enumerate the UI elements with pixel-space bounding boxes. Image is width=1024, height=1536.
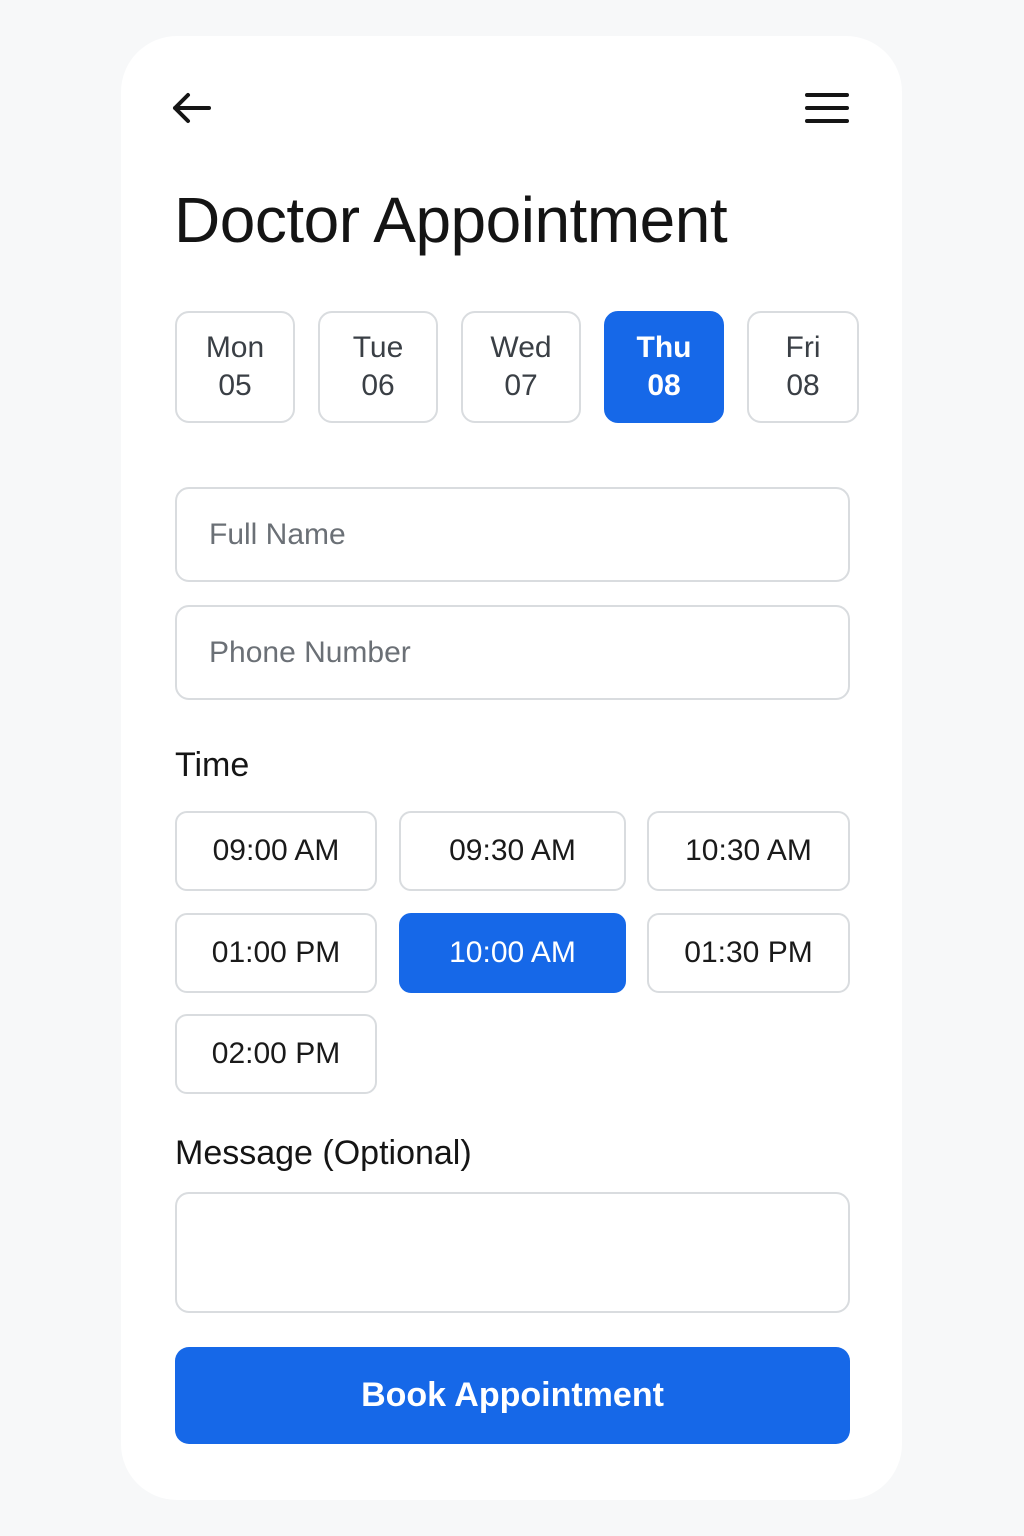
message-textarea[interactable] [175, 1192, 850, 1313]
menu-button[interactable] [803, 86, 851, 130]
arrow-left-icon [173, 93, 211, 123]
phone-number-input[interactable] [175, 605, 850, 700]
date-option-tue[interactable]: Tue 06 [318, 311, 438, 423]
date-number: 06 [361, 369, 395, 402]
date-day: Tue [352, 331, 404, 364]
date-day: Wed [490, 331, 552, 364]
date-option-thu[interactable]: Thu 08 [604, 311, 724, 423]
book-appointment-button[interactable]: Book Appointment [175, 1347, 850, 1444]
time-label: Time [175, 746, 250, 784]
date-option-mon[interactable]: Mon 05 [175, 311, 295, 423]
date-option-fri[interactable]: Fri 08 [747, 311, 859, 423]
time-slot-0130pm[interactable]: 01:30 PM [647, 913, 850, 993]
time-slot-1000am[interactable]: 10:00 AM [399, 913, 626, 993]
time-slot-0200pm[interactable]: 02:00 PM [175, 1014, 377, 1094]
date-option-wed[interactable]: Wed 07 [461, 311, 581, 423]
message-label: Message (Optional) [175, 1134, 472, 1172]
appointment-card: Doctor Appointment Mon 05 Tue 06 Wed 07 … [121, 36, 902, 1500]
date-number: 08 [647, 369, 681, 402]
back-button[interactable] [169, 86, 213, 130]
date-number: 07 [504, 369, 538, 402]
time-slot-0100pm[interactable]: 01:00 PM [175, 913, 377, 993]
date-day: Mon [205, 331, 265, 364]
date-day: Fri [785, 331, 821, 364]
date-number: 05 [218, 369, 252, 402]
time-slot-0900am[interactable]: 09:00 AM [175, 811, 377, 891]
time-slot-1030am[interactable]: 10:30 AM [647, 811, 850, 891]
date-day: Thu [636, 331, 692, 364]
hamburger-menu-icon [805, 93, 849, 123]
time-slot-0930am[interactable]: 09:30 AM [399, 811, 626, 891]
date-number: 08 [786, 369, 820, 402]
full-name-input[interactable] [175, 487, 850, 582]
page-title: Doctor Appointment [174, 184, 728, 256]
